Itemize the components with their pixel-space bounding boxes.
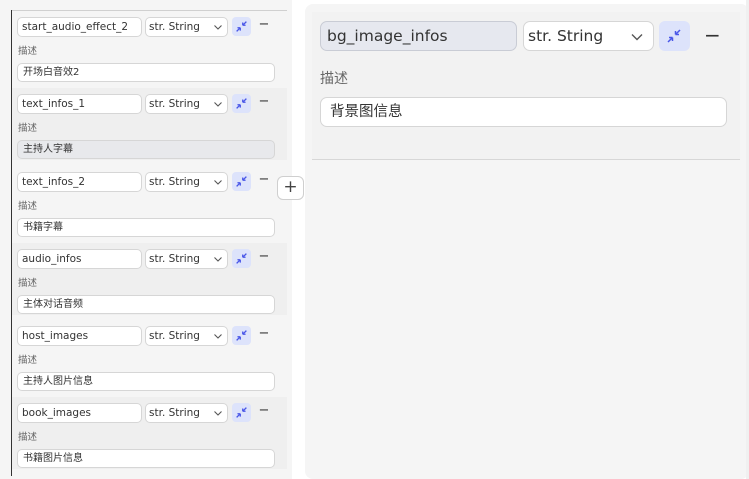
field-row: text_infos_1 str. String − 描述主持人字幕 <box>12 88 287 160</box>
field-desc-label: 描述 <box>18 355 38 366</box>
chevron-down-icon <box>214 102 222 107</box>
field-type-value: str. String <box>149 98 200 110</box>
detail-field-card: bg_image_infos str. String − 描述 背景图信息 <box>312 12 740 160</box>
chevron-down-icon <box>214 180 222 185</box>
field-desc-label: 描述 <box>18 432 38 443</box>
field-type-value: str. String <box>149 253 200 265</box>
detail-desc-input[interactable]: 背景图信息 <box>320 97 727 127</box>
field-desc-input[interactable]: 书籍图片信息 <box>17 449 275 468</box>
field-name-input[interactable]: audio_infos <box>17 249 142 269</box>
field-collapse-button[interactable] <box>232 94 251 113</box>
detail-collapse-button[interactable] <box>659 21 690 51</box>
field-type-select[interactable]: str. String <box>145 249 228 269</box>
field-collapse-button[interactable] <box>232 326 251 345</box>
chevron-down-icon <box>214 411 222 416</box>
collapse-arrows-icon <box>667 29 681 43</box>
detail-type-select[interactable]: str. String <box>523 21 654 51</box>
field-desc-label: 描述 <box>18 278 38 289</box>
field-name-input[interactable]: text_infos_2 <box>17 172 142 192</box>
field-desc-input[interactable]: 主持人图片信息 <box>17 372 275 391</box>
chevron-down-icon <box>214 334 222 339</box>
field-collapse-button[interactable] <box>232 17 251 36</box>
field-type-value: str. String <box>149 407 200 419</box>
field-remove-button[interactable]: − <box>258 250 270 266</box>
detail-divider <box>312 159 740 160</box>
minus-icon: − <box>258 17 270 32</box>
field-type-value: str. String <box>149 330 200 342</box>
collapse-arrows-icon <box>236 176 247 187</box>
field-type-select[interactable]: str. String <box>145 172 228 192</box>
field-name-input[interactable]: host_images <box>17 326 142 346</box>
field-type-select[interactable]: str. String <box>145 403 228 423</box>
detail-name-input[interactable]: bg_image_infos <box>320 21 517 51</box>
collapse-arrows-icon <box>236 330 247 341</box>
field-remove-button[interactable]: − <box>258 404 270 420</box>
field-name-input[interactable]: book_images <box>17 403 142 423</box>
list-left-border <box>11 10 12 476</box>
field-row: audio_infos str. String − 描述主体对话音频 <box>12 243 287 315</box>
field-type-select[interactable]: str. String <box>145 17 228 37</box>
field-row: start_audio_effect_2 str. String − 描述开场白音效2 <box>12 11 287 83</box>
field-row: text_infos_2 str. String − 描述书籍字幕 <box>12 166 287 238</box>
minus-icon: − <box>258 249 270 264</box>
field-type-value: str. String <box>149 176 200 188</box>
field-desc-input[interactable]: 开场白音效2 <box>17 63 275 82</box>
collapse-arrows-icon <box>236 253 247 264</box>
field-name-input[interactable]: start_audio_effect_2 <box>17 17 142 37</box>
collapse-arrows-icon <box>236 98 247 109</box>
minus-icon: − <box>258 403 270 418</box>
detail-type-value: str. String <box>528 27 604 45</box>
detail-desc-label: 描述 <box>320 71 348 87</box>
field-collapse-button[interactable] <box>232 249 251 268</box>
field-remove-button[interactable]: − <box>258 173 270 189</box>
field-remove-button[interactable]: − <box>258 18 270 34</box>
field-desc-label: 描述 <box>18 46 38 57</box>
detail-remove-button[interactable]: − <box>704 23 721 47</box>
field-type-select[interactable]: str. String <box>145 326 228 346</box>
collapse-arrows-icon <box>236 407 247 418</box>
minus-icon: − <box>258 326 270 341</box>
chevron-down-icon <box>214 25 222 30</box>
field-type-select[interactable]: str. String <box>145 94 228 114</box>
field-desc-input[interactable]: 书籍字幕 <box>17 218 275 237</box>
minus-icon: − <box>258 94 270 109</box>
field-desc-label: 描述 <box>18 123 38 134</box>
field-collapse-button[interactable] <box>232 403 251 422</box>
field-row: host_images str. String − 描述主持人图片信息 <box>12 320 287 392</box>
chevron-down-icon <box>631 34 643 41</box>
field-type-value: str. String <box>149 21 200 33</box>
field-desc-input[interactable]: 主持人字幕 <box>17 140 275 159</box>
field-remove-button[interactable]: − <box>258 95 270 111</box>
field-collapse-button[interactable] <box>232 172 251 191</box>
add-field-button[interactable]: + <box>277 176 304 200</box>
minus-icon: − <box>258 172 270 187</box>
chevron-down-icon <box>214 257 222 262</box>
field-name-input[interactable]: text_infos_1 <box>17 94 142 114</box>
field-remove-button[interactable]: − <box>258 327 270 343</box>
field-desc-input[interactable]: 主体对话音频 <box>17 295 275 314</box>
minus-icon: − <box>704 23 721 47</box>
plus-icon: + <box>283 177 298 197</box>
field-row: book_images str. String − 描述书籍图片信息 <box>12 397 287 469</box>
collapse-arrows-icon <box>236 21 247 32</box>
field-desc-label: 描述 <box>18 201 38 212</box>
